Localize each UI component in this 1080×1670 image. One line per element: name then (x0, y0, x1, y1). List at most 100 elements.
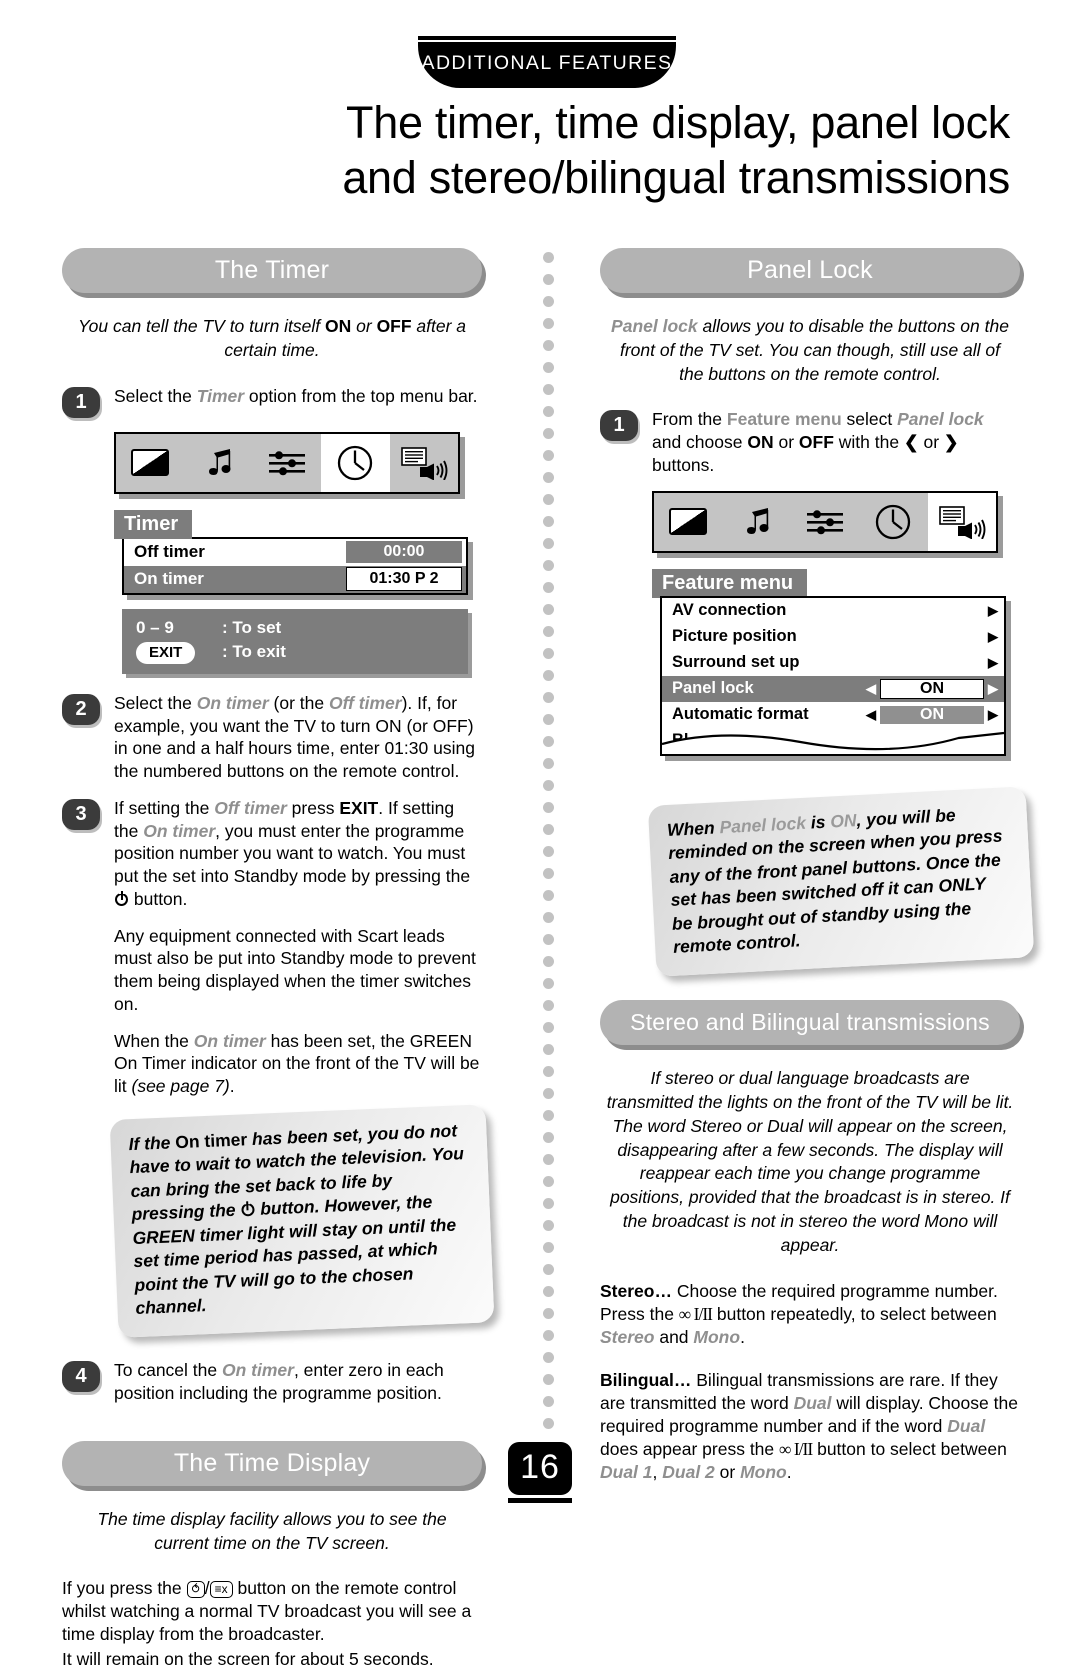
heading-the-time-display: The Time Display (62, 1440, 482, 1486)
osd-row-label: On timer (134, 569, 204, 589)
osd-menu-bar-timer[interactable] (114, 431, 460, 494)
pl-step1-off: OFF (798, 432, 834, 453)
osd-row-label: Picture position (672, 627, 797, 646)
timer-intro-b: or (351, 316, 377, 336)
step4-p1: To cancel the (114, 1360, 222, 1381)
osd-row-automatic-format[interactable]: Automatic format ◀ ON ▶ (662, 702, 1004, 728)
menu-icon-cell-picture[interactable] (654, 493, 722, 551)
menu-icon-cell-sound[interactable] (722, 493, 790, 551)
pl-note-panel-lock: Panel lock (718, 812, 807, 837)
osd-row-picture-position[interactable]: Picture position ▶ (662, 624, 1004, 650)
osd-row-av-connection[interactable]: AV connection ▶ (662, 598, 1004, 624)
osd-timer-panel: Timer Off timer 00:00 On timer 01:30 P 2… (114, 509, 482, 674)
osd-help-line-2: EXIT : To exit (136, 640, 468, 665)
section-tab: ADDITIONAL FEATURES (418, 36, 676, 88)
page-number-rule (508, 1498, 572, 1503)
pl-step1-p1: From the (652, 409, 727, 430)
stereo-em2: Mono (693, 1326, 741, 1347)
osd-row-off-timer[interactable]: Off timer 00:00 (124, 539, 466, 566)
time-key-icon[interactable]: ⥀ (186, 1581, 205, 1599)
exit-key-pill[interactable]: EXIT (136, 642, 196, 664)
timer-intro-on: ON (325, 316, 352, 336)
clock-timer-icon (338, 445, 373, 480)
page-title-line-2: and stereo/bilingual transmissions (342, 151, 1010, 203)
pl-step1-on: ON (747, 432, 774, 453)
osd-row-value[interactable]: ON (880, 678, 984, 699)
pl-step1-p3: and choose (652, 432, 748, 453)
stereo-intro: If stereo or dual language broadcasts ar… (606, 1068, 1014, 1255)
osd-help-key-wrap: EXIT (136, 640, 222, 665)
step3-em1: Off timer (214, 797, 287, 818)
teletext-speaker-icon (939, 505, 986, 539)
page-footer: 16 (508, 1442, 572, 1503)
settings-sliders-icon (269, 450, 306, 475)
power-standby-icon (241, 1203, 255, 1217)
osd-row-on-timer[interactable]: On timer 01:30 P 2 (124, 565, 466, 593)
osd-help-action: : To exit (222, 642, 286, 662)
time-display-paragraph-1: If you press the ⥀ / ≡x button on the remo… (62, 1578, 472, 1644)
page-title-line-1: The timer, time display, panel lock (346, 97, 1010, 148)
menu-icon-cell-picture[interactable] (116, 434, 184, 492)
osd-row-label: Panel lock (672, 679, 754, 698)
stereo-paragraph: Stereo… Choose the required programme nu… (600, 1280, 1020, 1349)
menu-icon-cell-sound[interactable] (184, 434, 252, 492)
menu-icon-cell-timer[interactable] (859, 493, 927, 551)
timer-callout-note: If the On timer has been set, you do not… (109, 1104, 495, 1338)
step2-em1: On timer (196, 692, 269, 713)
stereo-p2: button repeatedly, to select between (712, 1303, 997, 1324)
menu-icon-cell-feature[interactable] (390, 434, 458, 492)
menu-icon-cell-settings[interactable] (791, 493, 859, 551)
pl-step1-p7: buttons. (652, 454, 715, 475)
step1-emphasis: Timer (196, 385, 245, 406)
osd-row-panel-lock[interactable]: Panel lock ◀ ON ▶ (662, 675, 1004, 702)
menu-icon-cell-timer[interactable] (321, 433, 390, 492)
osd-title-timer: Timer (114, 509, 193, 539)
panel-lock-step-1: 1 From the Feature menu select Panel loc… (600, 408, 1020, 476)
bilingual-p5: , (652, 1462, 663, 1483)
increment-arrow-icon[interactable]: ▶ (984, 707, 1002, 723)
osd-row-label: Surround set up (672, 653, 800, 672)
timer-step-3: 3 If setting the Off timer press EXIT. I… (62, 797, 482, 911)
green-em: On timer (193, 1030, 266, 1051)
bilingual-p7: . (786, 1462, 792, 1483)
osd-row-label: Automatic format (672, 705, 809, 724)
osd-row-label: AV connection (672, 601, 787, 620)
stereo-ii-key-icon[interactable]: ∞ I/II (679, 1304, 713, 1324)
stereo-ii-key-icon[interactable]: ∞ I/II (779, 1439, 813, 1459)
submenu-arrow-icon: ▶ (988, 628, 998, 644)
exit-key-icon[interactable]: ≡x (209, 1581, 233, 1599)
step3-p2: press (286, 797, 340, 818)
step3-exit-bold: EXIT (339, 797, 379, 818)
osd-row-surround-set-up[interactable]: Surround set up ▶ (662, 650, 1004, 676)
decrement-arrow-icon[interactable]: ◀ (862, 681, 880, 697)
teletext-speaker-icon (401, 446, 448, 480)
bilingual-p6: or (714, 1462, 741, 1483)
menu-icon-cell-feature[interactable] (927, 492, 997, 551)
osd-help-key: 0 – 9 (136, 617, 174, 637)
osd-row-label: Off timer (134, 542, 205, 562)
step-text: Select the On timer (or the Off timer). … (114, 692, 482, 783)
page-number: 16 (508, 1442, 572, 1495)
increment-arrow-icon[interactable]: ▶ (984, 681, 1002, 697)
sound-note-icon (208, 448, 231, 475)
stereo-em1: Stereo (600, 1326, 655, 1347)
section-tab-label: ADDITIONAL FEATURES (418, 45, 676, 88)
osd-row-value[interactable]: ON (880, 705, 984, 724)
osd-row-value[interactable]: 01:30 P 2 (346, 567, 462, 592)
osd-menu-bar-feature[interactable] (652, 490, 998, 553)
osd-timer-table: Off timer 00:00 On timer 01:30 P 2 (122, 536, 468, 595)
settings-sliders-icon (807, 509, 844, 534)
osd-row-value[interactable]: 00:00 (346, 541, 462, 564)
step-text: If setting the Off timer press EXIT. If … (114, 797, 482, 911)
timer-green-indicator-paragraph: When the On timer has been set, the GREE… (114, 1030, 482, 1098)
step-text: Select the Timer option from the top men… (114, 385, 478, 418)
menu-icon-cell-settings[interactable] (253, 434, 321, 492)
panel-lock-intro: Panel lock allows you to disable the but… (600, 315, 1020, 386)
bilingual-p3: does appear press the (600, 1439, 780, 1460)
left-column: The Timer You can tell the TV to turn it… (62, 248, 495, 1670)
step3-em2: On timer (143, 820, 216, 841)
decrement-arrow-icon[interactable]: ◀ (862, 707, 880, 723)
note-a: If the (128, 1132, 176, 1155)
bilingual-lead: Bilingual… (600, 1369, 692, 1390)
step4-em1: On timer (221, 1360, 294, 1381)
